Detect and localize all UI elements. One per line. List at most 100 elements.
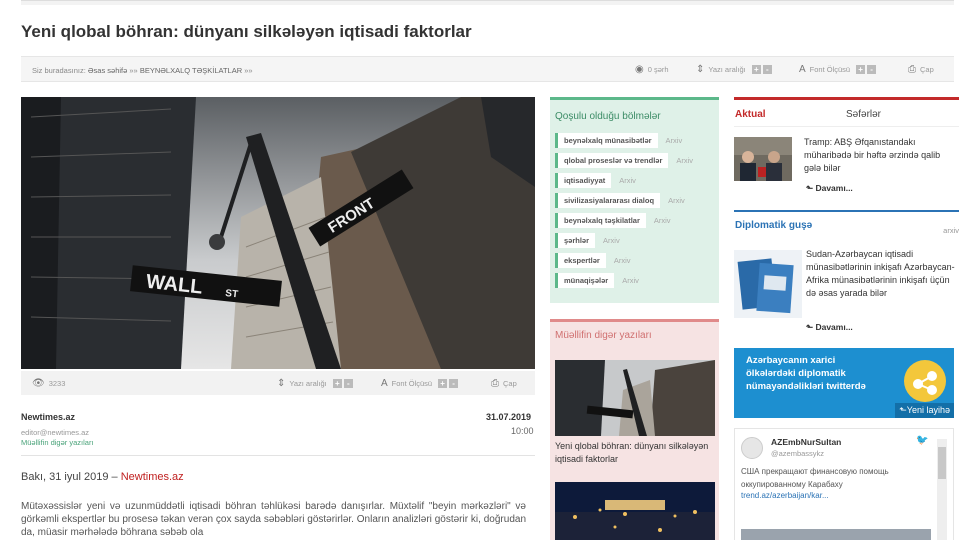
font-size-increase-button[interactable]: + (856, 65, 866, 74)
twitter-widget: AZEmbNurSultan @azembassykz 🐦 США прекра… (734, 428, 954, 540)
new-project-label: ⬑Yeni layihə (895, 403, 954, 418)
tweet-avatar[interactable] (741, 437, 763, 459)
news-tabs: Aktual Səfərlər (734, 97, 959, 127)
line-spacing-control: ⇕ Yazı aralığı + - (696, 64, 772, 75)
banner-line: nümayəndəlikləri twitterdə (746, 381, 866, 392)
news-headline-link[interactable]: Tramp: ABŞ Əfqanıstandakı müharibədə bir… (804, 136, 954, 175)
section-tag-link[interactable]: sivilizasiyalararası dialoq (555, 192, 661, 208)
arrow-icon: ⬑ (899, 405, 907, 415)
news-thumbnail[interactable] (734, 137, 792, 181)
section-tag: qlobal proseslər və trendlər Arxiv (555, 152, 719, 168)
lead-source-link[interactable]: Newtimes.az (121, 471, 184, 483)
section-tag-link[interactable]: iqtisadiyyat (555, 172, 612, 188)
tweet-text: США прекращают финансовую помощь оккупир… (741, 467, 889, 489)
diplomatic-archive-link[interactable]: arxiv (943, 226, 959, 235)
print-label: Çap (920, 65, 934, 74)
diplomatic-headline-link[interactable]: Sudan-Azərbaycan iqtisadi münasibətlərin… (806, 248, 956, 300)
read-more-link[interactable]: ⬑ Davamı... (806, 322, 853, 333)
page-title: Yeni qlobal böhran: dünyanı silkələyən i… (21, 22, 472, 41)
twitter-bird-icon: 🐦 (916, 435, 929, 446)
font-size-control-bottom: A Font Ölçüsü + - (381, 378, 459, 389)
article-lead: Bakı, 31 iyul 2019 – Newtimes.az (21, 471, 184, 483)
comment-icon: ◉ (635, 64, 644, 75)
font-size-increase-button[interactable]: + (438, 379, 448, 388)
section-tag: beynəlxalq münasibətlər Arxiv (555, 132, 719, 148)
banner-text: Azərbaycanın xarici ölkələrdəki diplomat… (746, 354, 866, 393)
section-tag: şərhlər Arxiv (555, 232, 719, 248)
line-spacing-increase-button[interactable]: + (332, 379, 342, 388)
archive-link[interactable]: Arxiv (666, 136, 683, 145)
top-rule (21, 0, 954, 5)
breadcrumb-separator: »» (129, 66, 138, 75)
section-tag-link[interactable]: beynəlxalq münasibətlər (555, 132, 658, 148)
comments-link[interactable]: ◉ 0 şərh (635, 64, 669, 75)
print-icon: ⎙ (491, 378, 499, 389)
tab-aktual[interactable]: Aktual (735, 109, 766, 120)
breadcrumb-home-link[interactable]: Əsas səhifə (88, 66, 127, 75)
archive-link[interactable]: Arxiv (619, 176, 636, 185)
section-tag: sivilizasiyalararası dialoq Arxiv (555, 192, 719, 208)
breadcrumb-section-link[interactable]: BEYNƏLXALQ TƏŞKİLATLAR (140, 66, 242, 75)
widget-scrollbar-thumb[interactable] (938, 447, 946, 479)
print-button-bottom[interactable]: ⎙ Çap (491, 378, 517, 389)
section-tag-link[interactable]: münaqişələr (555, 272, 615, 288)
author-post-thumbnail[interactable] (555, 360, 715, 436)
views-count: 3233 (48, 379, 66, 388)
section-tag-link[interactable]: beynəlxalq təşkilatlar (555, 212, 646, 228)
line-spacing-increase-button[interactable]: + (751, 65, 761, 74)
line-spacing-icon: ⇕ (696, 64, 705, 75)
eye-icon: 👁 (32, 378, 45, 389)
article-body: Mütəxəssislər yeni və uzunmüddətli iqtis… (21, 501, 526, 538)
print-label: Çap (503, 379, 517, 388)
social-icons-graphic (904, 360, 946, 402)
author-posts-title: Müəllifin digər yazıları (555, 330, 652, 341)
font-size-control: A Font Ölçüsü + - (799, 64, 877, 75)
print-icon: ⎙ (908, 64, 916, 75)
print-button[interactable]: ⎙ Çap (908, 64, 934, 75)
font-size-decrease-button[interactable]: - (867, 65, 877, 74)
font-size-decrease-button[interactable]: - (449, 379, 459, 388)
lead-dateline: Bakı, 31 iyul 2019 – (21, 471, 121, 483)
section-tag-link[interactable]: qlobal proseslər və trendlər (555, 152, 669, 168)
breadcrumb-separator: »» (244, 66, 253, 75)
tweet-media[interactable] (741, 529, 931, 540)
archive-link[interactable]: Arxiv (668, 196, 685, 205)
article-date: 31.07.2019 (486, 412, 532, 422)
archive-link[interactable]: Arxiv (603, 236, 620, 245)
divider (21, 455, 535, 456)
banner-line: Azərbaycanın xarici (746, 355, 836, 366)
author-post-link[interactable]: Yeni qlobal böhran: dünyanı silkələyən i… (555, 440, 713, 466)
line-spacing-label: Yazı aralığı (289, 379, 327, 388)
article-hero-image: WALL ST FRONT (21, 97, 535, 369)
author-email[interactable]: editor@newtimes.az (21, 428, 89, 437)
tweet-author-handle[interactable]: @azembassykz (771, 449, 824, 458)
line-spacing-control-bottom: ⇕ Yazı aralığı + - (277, 378, 353, 389)
comments-count: 0 şərh (647, 65, 669, 74)
font-size-icon: A (799, 64, 806, 75)
article-time: 10:00 (511, 426, 534, 436)
archive-link[interactable]: Arxiv (676, 156, 693, 165)
section-tag-link[interactable]: şərhlər (555, 232, 596, 248)
diplomatic-thumbnail[interactable] (734, 250, 802, 318)
archive-link[interactable]: Arxiv (654, 216, 671, 225)
author-other-posts-link[interactable]: Müəllifin digər yazıları (21, 438, 94, 447)
article-info-bar: 👁 3233 ⇕ Yazı aralığı + - A Font Ölçüsü … (21, 371, 535, 395)
tweet-author-name[interactable]: AZEmbNurSultan (771, 437, 841, 447)
archive-link[interactable]: Arxiv (614, 256, 631, 265)
author-post-thumbnail-2[interactable] (555, 482, 715, 540)
font-size-label: Font Ölçüsü (391, 379, 433, 388)
line-spacing-decrease-button[interactable]: - (343, 379, 353, 388)
hero-st-sign: ST (225, 288, 239, 300)
read-more-label: Davamı... (815, 322, 853, 332)
twitter-project-banner[interactable]: Azərbaycanın xarici ölkələrdəki diplomat… (734, 348, 954, 418)
tweet-link[interactable]: trend.az/azerbaijan/kar... (741, 491, 829, 500)
section-tag-link[interactable]: ekspertlər (555, 252, 606, 268)
line-spacing-decrease-button[interactable]: - (762, 65, 772, 74)
breadcrumb: Siz buradasınız: Əsas səhifə »» BEYNƏLXA… (32, 66, 253, 75)
views-counter: 👁 3233 (32, 378, 65, 389)
archive-link[interactable]: Arxiv (622, 276, 639, 285)
breadcrumb-bar: Siz buradasınız: Əsas səhifə »» BEYNƏLXA… (21, 56, 954, 82)
tab-seferler[interactable]: Səfərlər (846, 109, 881, 120)
sections-box-title: Qoşulu olduğu bölmələr (555, 111, 661, 122)
read-more-link[interactable]: ⬑ Davamı... (806, 183, 853, 194)
